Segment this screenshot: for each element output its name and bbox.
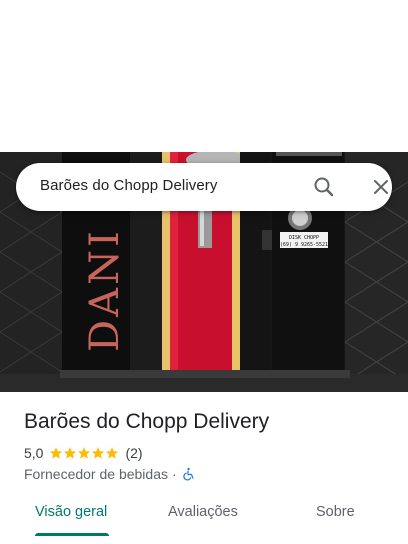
review-count[interactable]: (2): [125, 445, 142, 461]
rating-value: 5,0: [24, 445, 44, 461]
sticker-line-2: (69) 9 9265-5521: [280, 242, 328, 248]
place-title: Barões do Chopp Delivery: [24, 410, 270, 433]
tab-about[interactable]: Sobre: [316, 504, 355, 520]
separator-dot: ·: [172, 466, 177, 482]
star-icon: [106, 447, 119, 459]
wheelchair-icon: [183, 467, 194, 481]
close-icon[interactable]: [369, 175, 393, 199]
star-icon: [92, 447, 105, 459]
star-rating: [49, 446, 119, 460]
category-row: Fornecedor de bebidas ·: [24, 465, 195, 483]
star-icon: [64, 447, 77, 459]
active-tab-indicator: [35, 533, 109, 536]
search-input[interactable]: Barões do Chopp Delivery: [40, 177, 218, 194]
machine-text: DANI: [82, 228, 128, 352]
sticker-line-1: DISK CHOPP: [289, 235, 319, 241]
tab-reviews[interactable]: Avaliações: [168, 504, 238, 520]
place-category: Fornecedor de bebidas: [24, 466, 168, 482]
search-icon[interactable]: [312, 175, 336, 199]
tab-bar: Visão geral Avaliações Sobre: [0, 494, 408, 544]
map-area-blank: [0, 0, 408, 152]
star-icon: [50, 447, 63, 459]
tab-overview[interactable]: Visão geral: [35, 504, 107, 520]
search-bar[interactable]: Barões do Chopp Delivery: [16, 163, 392, 211]
rating-row[interactable]: 5,0 (2): [24, 444, 143, 462]
star-icon: [78, 447, 91, 459]
